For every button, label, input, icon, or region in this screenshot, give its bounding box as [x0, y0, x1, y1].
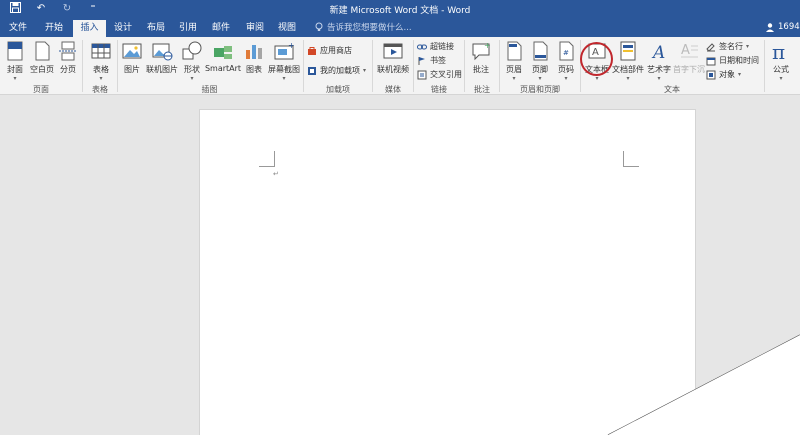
cross-reference-button[interactable]: 交叉引用 — [417, 68, 462, 81]
user-icon — [766, 23, 774, 32]
comment-icon: + — [472, 41, 491, 61]
pi-icon: π — [772, 40, 785, 62]
online-video-button[interactable]: 联机视频 — [375, 40, 411, 84]
overlay-line — [607, 334, 800, 435]
group-divider — [764, 40, 765, 92]
equation-button[interactable]: π 公式 ▾ — [768, 40, 794, 84]
header-icon — [507, 41, 522, 61]
object-icon — [706, 70, 716, 79]
smartart-button[interactable]: SmartArt — [205, 40, 241, 84]
store-button[interactable]: 应用商店 — [307, 44, 352, 57]
tell-me-placeholder: 告诉我您想要做什么... — [327, 23, 412, 33]
footer-icon — [533, 41, 548, 61]
online-picture-icon — [152, 43, 173, 61]
bookmark-button[interactable]: 书签 — [417, 54, 446, 67]
blank-page-button[interactable]: 空白页 — [28, 40, 56, 84]
group-label-illustrations: 插图 — [201, 85, 218, 94]
lightbulb-icon — [315, 22, 323, 31]
picture-icon — [122, 43, 142, 59]
wordart-icon: A — [651, 43, 665, 62]
smartart-icon — [214, 46, 232, 59]
svg-text:+: + — [484, 41, 491, 50]
group-label-media: 媒体 — [385, 85, 401, 94]
group-label-text: 文本 — [664, 85, 680, 94]
page-break-button[interactable]: 分页 — [57, 40, 79, 84]
ribbon-tab-bar: 文件 开始 插入 设计 布局 引用 邮件 审阅 视图 告诉我您想要做什么... … — [0, 18, 800, 37]
tab-file[interactable]: 文件 — [2, 20, 34, 37]
cross-reference-icon — [417, 70, 427, 79]
online-picture-button[interactable]: 联机图片 — [145, 40, 179, 84]
signature-line-button[interactable]: 签名行 ▾ — [706, 40, 749, 53]
tab-home[interactable]: 开始 — [38, 20, 70, 37]
link-icon — [417, 44, 427, 49]
tell-me-box[interactable]: 告诉我您想要做什么... — [314, 21, 412, 33]
window-title: 新建 Microsoft Word 文档 - Word — [329, 6, 471, 16]
chart-icon — [246, 45, 262, 59]
title-bar: ↶ ↻ ⁼ 新建 Microsoft Word 文档 - Word — [0, 0, 800, 18]
screenshot-icon: + — [274, 41, 295, 60]
group-label-header-footer: 页眉和页脚 — [520, 85, 560, 94]
tab-review[interactable]: 审阅 — [240, 20, 270, 37]
table-button[interactable]: 表格 ▾ — [88, 40, 114, 84]
wordart-button[interactable]: A 艺术字 ▾ — [646, 40, 672, 84]
bookmark-icon — [418, 56, 425, 65]
blank-page-icon — [35, 41, 50, 61]
online-video-icon — [383, 43, 403, 59]
ribbon: 封面 ▾ 空白页 分页 页面 表格 ▾ 表格 图片 联机图片 形状 ▾ Smar… — [0, 37, 800, 95]
svg-text:A: A — [681, 43, 690, 58]
date-time-button[interactable]: 日期和时间 — [706, 54, 759, 67]
tab-mailings[interactable]: 邮件 — [206, 20, 236, 37]
svg-text:π: π — [772, 40, 785, 62]
tab-references[interactable]: 引用 — [173, 20, 203, 37]
quick-parts-button[interactable]: 文档部件 ▾ — [611, 40, 645, 84]
my-addins-button[interactable]: 我的加载项 ▾ — [307, 64, 366, 77]
object-button[interactable]: 对象 ▾ — [706, 68, 741, 81]
group-label-tables: 表格 — [92, 85, 108, 94]
addins-icon — [308, 66, 316, 75]
new-comment-button[interactable]: + 批注 — [469, 40, 493, 84]
tab-design[interactable]: 设计 — [108, 20, 138, 37]
page-number-icon: # — [559, 41, 574, 61]
chart-button[interactable]: 图表 — [243, 40, 265, 84]
group-label-addins: 加载项 — [326, 85, 350, 94]
cover-page-icon — [7, 41, 23, 61]
group-label-comments: 批注 — [474, 85, 490, 94]
group-label-links: 链接 — [431, 85, 447, 94]
svg-text:#: # — [563, 49, 569, 57]
svg-text:+: + — [288, 41, 295, 50]
drop-cap-icon: A — [681, 43, 698, 58]
footer-button[interactable]: 页脚 ▾ — [529, 40, 551, 84]
picture-button[interactable]: 图片 — [120, 40, 144, 84]
calendar-icon — [706, 57, 716, 65]
highlight-circle — [580, 42, 613, 76]
cover-page-button[interactable]: 封面 ▾ — [3, 40, 27, 84]
hyperlink-button[interactable]: 超链接 — [417, 40, 454, 53]
screenshot-button[interactable]: + 屏幕截图 ▾ — [267, 40, 301, 84]
drop-cap-button[interactable]: A 首字下沉 — [673, 40, 705, 84]
page-break-icon — [59, 41, 77, 61]
shapes-icon — [182, 41, 202, 60]
page-number-button[interactable]: # 页码 ▾ — [555, 40, 577, 84]
user-name: 169406 — [778, 22, 800, 32]
document-canvas[interactable]: ↵ — [0, 95, 800, 435]
tab-insert[interactable]: 插入 — [73, 20, 106, 37]
signature-icon — [706, 42, 715, 52]
tab-layout[interactable]: 布局 — [141, 20, 171, 37]
store-icon — [308, 46, 316, 55]
header-button[interactable]: 页眉 ▾ — [503, 40, 525, 84]
tab-view[interactable]: 视图 — [272, 20, 302, 37]
quick-parts-icon — [620, 41, 636, 61]
table-icon — [91, 43, 111, 59]
shapes-button[interactable]: 形状 ▾ — [181, 40, 203, 84]
group-label-pages: 页面 — [33, 85, 49, 94]
svg-text:A: A — [651, 43, 665, 62]
user-account[interactable]: 169406 — [765, 22, 800, 32]
